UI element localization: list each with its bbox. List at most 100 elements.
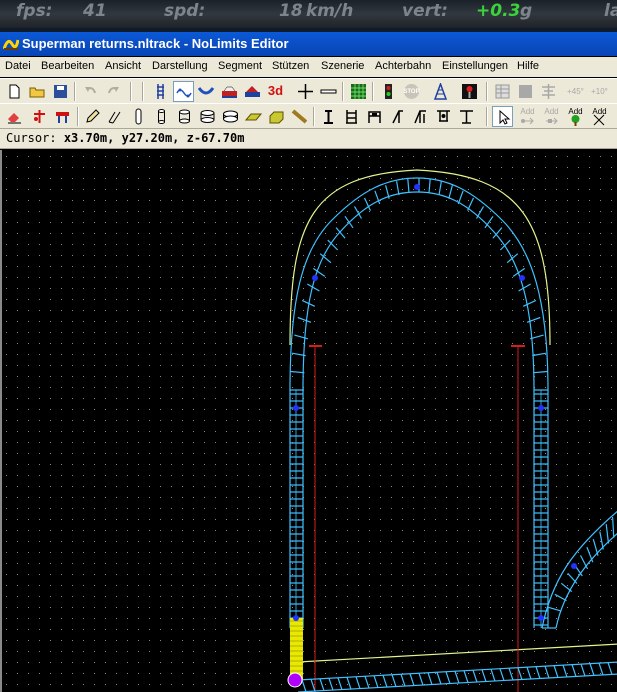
editor-viewport[interactable] bbox=[0, 150, 617, 692]
straight-segment-button[interactable] bbox=[318, 81, 339, 102]
erase-support-button[interactable] bbox=[4, 106, 25, 127]
menu-bar: Datei Bearbeiten Ansicht Darstellung Seg… bbox=[0, 57, 617, 77]
support-diagonal-icon bbox=[392, 110, 403, 124]
train-view-button[interactable] bbox=[219, 81, 240, 102]
node-branch[interactable] bbox=[571, 563, 577, 569]
rotate-10-label: +10° bbox=[591, 87, 608, 96]
double-pencil-button[interactable] bbox=[105, 106, 126, 127]
selected-node-marker[interactable] bbox=[287, 672, 303, 688]
support-t-icon bbox=[460, 110, 473, 124]
red-support-button[interactable] bbox=[29, 106, 50, 127]
support-type-3-button[interactable] bbox=[364, 106, 385, 127]
traffic-light-button[interactable] bbox=[378, 81, 399, 102]
support-type-5-button[interactable] bbox=[410, 106, 431, 127]
support-double-diagonal-icon bbox=[414, 110, 426, 124]
menu-achterbahn[interactable]: Achterbahn bbox=[375, 60, 431, 72]
stop-button[interactable]: STOP bbox=[401, 81, 422, 102]
redo-button[interactable] bbox=[103, 81, 124, 102]
rotate-10-button[interactable]: +10° bbox=[589, 81, 610, 102]
support-type-4-button[interactable] bbox=[387, 106, 408, 127]
new-file-button[interactable] bbox=[4, 81, 25, 102]
tower-icon bbox=[433, 83, 448, 100]
support-type-7-button[interactable] bbox=[456, 106, 477, 127]
track-segments-button[interactable] bbox=[150, 81, 171, 102]
toolbar-separator bbox=[313, 107, 315, 126]
support-hanging-icon bbox=[437, 110, 450, 122]
menu-datei[interactable]: Datei bbox=[5, 60, 31, 72]
add-tree-button[interactable]: Add bbox=[565, 106, 586, 127]
cylinder-medium-button[interactable] bbox=[174, 106, 195, 127]
cylinder-small-icon bbox=[158, 109, 165, 124]
block-section-button[interactable] bbox=[459, 81, 480, 102]
support-type-1-button[interactable] bbox=[318, 106, 339, 127]
vertical-g-unit: g bbox=[520, 1, 533, 21]
station-icon bbox=[245, 86, 260, 97]
menu-bearbeiten[interactable]: Bearbeiten bbox=[41, 60, 94, 72]
node-low-left[interactable] bbox=[293, 615, 299, 621]
menu-hilfe[interactable]: Hilfe bbox=[517, 60, 539, 72]
cursor-label: Cursor: bbox=[6, 131, 57, 145]
cylinder-small-button[interactable] bbox=[151, 106, 172, 127]
add-link-icon bbox=[546, 117, 558, 125]
cylinder-flat-button[interactable] bbox=[220, 106, 241, 127]
menu-darstellung[interactable]: Darstellung bbox=[152, 60, 208, 72]
open-folder-icon bbox=[29, 87, 45, 98]
select-pointer-button[interactable] bbox=[492, 106, 513, 127]
redo-icon bbox=[108, 87, 119, 94]
pencil-button[interactable] bbox=[82, 106, 103, 127]
tree-icon bbox=[571, 115, 580, 126]
beam-icon bbox=[291, 109, 308, 124]
menu-einstellungen[interactable]: Einstellungen bbox=[442, 60, 508, 72]
add-node-button[interactable] bbox=[295, 81, 316, 102]
undo-button[interactable] bbox=[80, 81, 101, 102]
align-button[interactable] bbox=[538, 81, 559, 102]
support-gate-icon bbox=[368, 111, 381, 123]
node-low-right[interactable] bbox=[538, 615, 544, 621]
menu-szenerie[interactable]: Szenerie bbox=[321, 60, 364, 72]
save-file-button[interactable] bbox=[50, 81, 71, 102]
toolbar-separator bbox=[486, 107, 488, 126]
node-mid-left[interactable] bbox=[293, 405, 299, 411]
tower-button[interactable] bbox=[430, 81, 451, 102]
selected-segment[interactable] bbox=[290, 618, 303, 682]
menu-segment[interactable]: Segment bbox=[218, 60, 262, 72]
footer-block-button[interactable] bbox=[266, 106, 287, 127]
support-type-6-button[interactable] bbox=[433, 106, 454, 127]
add-segment-gray-button[interactable]: Add bbox=[541, 106, 562, 127]
node-top[interactable] bbox=[414, 184, 420, 190]
double-pencil-icon bbox=[108, 111, 121, 124]
rotate-45-label: +45° bbox=[567, 87, 584, 96]
beam-button[interactable] bbox=[289, 106, 310, 127]
add-node-gray-button[interactable]: Add bbox=[517, 106, 538, 127]
track-canvas[interactable] bbox=[2, 150, 617, 692]
track-ladder-icon bbox=[157, 84, 164, 99]
menu-ansicht[interactable]: Ansicht bbox=[105, 60, 141, 72]
pillar-icon bbox=[135, 108, 142, 125]
fps-value: 41 bbox=[83, 1, 107, 21]
table-view-button[interactable] bbox=[492, 81, 513, 102]
station-view-button[interactable] bbox=[242, 81, 263, 102]
grid-button[interactable] bbox=[348, 81, 369, 102]
bank-view-button[interactable] bbox=[196, 81, 217, 102]
window-title-bar[interactable]: Superman returns.nltrack - NoLimits Edit… bbox=[0, 32, 617, 56]
rotate-45-button[interactable]: +45° bbox=[565, 81, 586, 102]
mouse-pointer-icon bbox=[499, 109, 511, 125]
cursor-coordinates: x3.70m, y27.20m, z-67.70m bbox=[63, 131, 245, 145]
open-file-button[interactable] bbox=[27, 81, 48, 102]
add-arrow-icon bbox=[521, 117, 534, 125]
support-type-2-button[interactable] bbox=[341, 106, 362, 127]
footer-plate-button[interactable] bbox=[243, 106, 264, 127]
support-frame-icon bbox=[346, 110, 357, 124]
solid-square-icon bbox=[519, 85, 532, 98]
3d-view-button[interactable]: 3d bbox=[265, 81, 286, 102]
menu-stuetzen[interactable]: Stützen bbox=[272, 60, 309, 72]
node-upper-right[interactable] bbox=[519, 275, 525, 281]
node-upper-left[interactable] bbox=[312, 275, 318, 281]
add-support-button[interactable]: Add bbox=[589, 106, 610, 127]
node-mid-right[interactable] bbox=[538, 405, 544, 411]
cylinder-large-button[interactable] bbox=[197, 106, 218, 127]
curve-view-button[interactable] bbox=[173, 81, 194, 102]
pillar-button[interactable] bbox=[128, 106, 149, 127]
solid-view-button[interactable] bbox=[515, 81, 536, 102]
support-flag-button[interactable] bbox=[52, 106, 73, 127]
